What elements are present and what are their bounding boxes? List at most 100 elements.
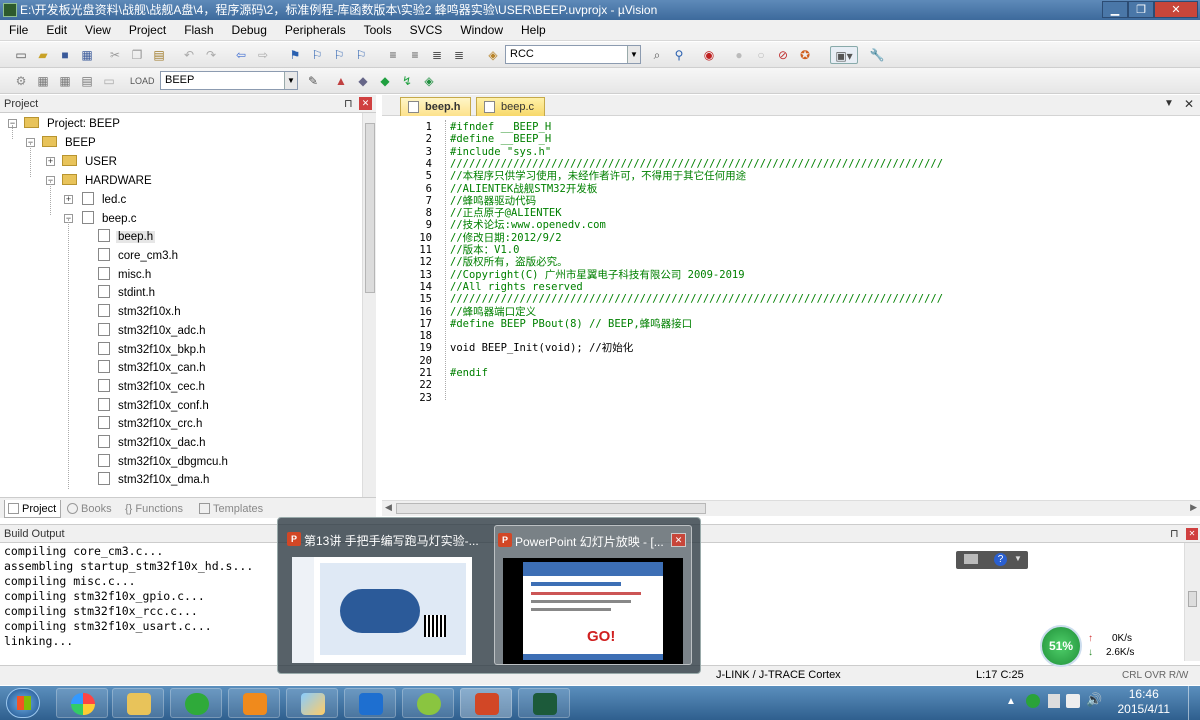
code-line[interactable]: //版本：V1.0 (450, 244, 519, 256)
start-button[interactable] (6, 688, 40, 718)
tools-icon[interactable]: 🔧 (868, 46, 886, 64)
close-pane-icon[interactable]: ✕ (359, 97, 372, 110)
find-icon[interactable]: ⌕ (648, 46, 666, 64)
open-folder-icon[interactable]: ▰ (34, 46, 52, 64)
next-bookmark-icon[interactable]: ⚐ (330, 46, 348, 64)
tree-node-header-file[interactable]: misc.h (98, 266, 153, 284)
scrollbar-thumb[interactable] (365, 123, 375, 293)
code-line[interactable]: //版权所有，盗版必究。 (450, 256, 568, 268)
paste-icon[interactable]: ▤ (150, 46, 168, 64)
menu-help[interactable]: Help (512, 23, 555, 37)
navigate-forward-icon[interactable]: ⇨ (254, 46, 272, 64)
tab-functions[interactable]: {} Functions (122, 500, 187, 518)
project-tree-scrollbar[interactable] (362, 113, 376, 497)
clear-bookmarks-icon[interactable]: ⚐ (352, 46, 370, 64)
menu-view[interactable]: View (76, 23, 120, 37)
manage-pack-icon[interactable]: ◆ (354, 72, 372, 90)
taskbar-app-foxit[interactable] (228, 688, 280, 718)
close-thumbnail-icon[interactable]: ✕ (671, 533, 686, 547)
thumbnail-ppt-slideshow[interactable]: P PowerPoint 幻灯片放映 - [... ✕ GO! (494, 525, 692, 665)
breakpoint-icon[interactable]: ● (730, 46, 748, 64)
tab-project[interactable]: Project (4, 500, 62, 518)
taskbar-app-explorer[interactable] (112, 688, 164, 718)
tree-node-folder-user[interactable]: + USER (46, 153, 119, 171)
editor-horizontal-scrollbar[interactable]: ◀ ▶ (382, 500, 1200, 516)
code-line[interactable]: #endif (450, 367, 488, 379)
chevron-down-icon[interactable]: ▼ (284, 72, 297, 89)
tab-books[interactable]: Books (64, 500, 116, 518)
navigate-back-icon[interactable]: ⇦ (232, 46, 250, 64)
pack-installer-icon[interactable]: ◈ (420, 72, 438, 90)
tree-node-header-file[interactable]: stm32f10x_crc.h (98, 415, 204, 433)
code-line[interactable]: #ifndef __BEEP_H (450, 121, 551, 133)
tree-node-file-beep-h[interactable]: beep.h (98, 228, 156, 246)
configure-icon[interactable]: ✪ (796, 46, 814, 64)
bookmark-icon[interactable]: ⚑ (286, 46, 304, 64)
tree-node-header-file[interactable]: stdint.h (98, 284, 157, 302)
target-combo[interactable]: BEEP ▼ (160, 71, 298, 90)
system-clock[interactable]: 16:46 2015/4/11 (1118, 687, 1171, 717)
tab-beep-h[interactable]: beep.h (400, 97, 472, 116)
taskbar-app-powerpoint[interactable] (460, 688, 512, 718)
incremental-find-icon[interactable]: ⚲ (670, 46, 688, 64)
batch-build-icon[interactable]: ▤ (78, 72, 96, 90)
menu-project[interactable]: Project (120, 23, 175, 37)
tray-app-icon[interactable] (1026, 694, 1040, 708)
stop-build-icon[interactable]: ▭ (100, 72, 118, 90)
pin-icon[interactable]: ⊓ (1170, 525, 1179, 543)
copy-icon[interactable]: ❐ (128, 46, 146, 64)
show-hidden-icons-icon[interactable]: ▲ (1006, 696, 1016, 707)
code-line[interactable]: //蜂鸣器驱动代码 (450, 195, 536, 207)
close-button[interactable]: ✕ (1154, 1, 1198, 18)
manage-rte-icon[interactable]: ↯ (398, 72, 416, 90)
unindent-icon[interactable]: ≡ (406, 46, 424, 64)
manage-project-icon[interactable]: ▲ (332, 72, 350, 90)
disable-breakpoint-icon[interactable]: ○ (752, 46, 770, 64)
undo-icon[interactable]: ↶ (180, 46, 198, 64)
tab-templates[interactable]: Templates (196, 500, 267, 518)
menu-file[interactable]: File (0, 23, 37, 37)
comment-icon[interactable]: ≣ (428, 46, 446, 64)
redo-icon[interactable]: ↷ (202, 46, 220, 64)
window-layout-icon[interactable]: ▣▾ (830, 46, 858, 64)
tree-node-header-file[interactable]: stm32f10x_adc.h (98, 322, 208, 340)
code-line[interactable]: #define BEEP PBout(8) // BEEP,蜂鸣器接口 (450, 318, 692, 330)
tree-node-file-beep-c[interactable]: − beep.c (64, 210, 139, 228)
tree-node-header-file[interactable]: stm32f10x_can.h (98, 359, 208, 377)
code-line[interactable]: //Copyright(C) 广州市星翼电子科技有限公司 2009-2019 (450, 269, 745, 281)
start-debug-icon[interactable]: ◉ (700, 46, 718, 64)
code-line[interactable]: void BEEP_Init(void); //初始化 (450, 342, 633, 354)
translate-icon[interactable]: ⚙ (12, 72, 30, 90)
scroll-left-icon[interactable]: ◀ (385, 502, 392, 513)
menu-svcs[interactable]: SVCS (401, 23, 452, 37)
menu-edit[interactable]: Edit (37, 23, 76, 37)
tree-node-header-file[interactable]: stm32f10x_dma.h (98, 471, 211, 489)
tree-node-header-file[interactable]: stm32f10x.h (98, 303, 183, 321)
code-line[interactable]: //本程序只供学习使用，未经作者许可，不得用于其它任何用途 (450, 170, 746, 182)
tree-node-header-file[interactable]: stm32f10x_cec.h (98, 378, 207, 396)
menu-peripherals[interactable]: Peripherals (276, 23, 355, 37)
code-line[interactable]: //All rights reserved (450, 281, 583, 293)
kill-breakpoints-icon[interactable]: ⊘ (774, 46, 792, 64)
target-options-icon[interactable]: ✎ (304, 72, 322, 90)
select-packs-icon[interactable]: ◆ (376, 72, 394, 90)
menu-debug[interactable]: Debug (223, 23, 276, 37)
save-icon[interactable]: ■ (56, 46, 74, 64)
find-in-files-icon[interactable]: ◈ (484, 46, 502, 64)
tree-node-project-root[interactable]: − Project: BEEP (8, 115, 122, 133)
tree-node-header-file[interactable]: core_cm3.h (98, 247, 180, 265)
code-editor[interactable]: 1 2 3 4 5 6 7 8 9 10 11 12 13 14 15 16 17 18 19 20 21 22 23 #i… (382, 116, 1200, 500)
tree-node-folder-hardware[interactable]: − HARDWARE (46, 172, 154, 190)
maximize-button[interactable]: ❐ (1128, 1, 1154, 18)
taskbar-app-paint[interactable] (286, 688, 338, 718)
scrollbar-thumb[interactable] (1188, 591, 1197, 607)
code-line[interactable]: //技术论坛:www.openedv.com (450, 219, 606, 231)
cut-icon[interactable]: ✂ (106, 46, 124, 64)
code-line[interactable]: ////////////////////////////////////////… (450, 293, 943, 305)
tray-network-icon[interactable] (1066, 694, 1080, 708)
taskbar-app-360[interactable] (170, 688, 222, 718)
rebuild-icon[interactable]: ▦ (56, 72, 74, 90)
download-icon[interactable]: LOAD (130, 72, 155, 90)
taskbar-app-uvision[interactable] (518, 688, 570, 718)
code-line[interactable]: #define __BEEP_H (450, 133, 551, 145)
